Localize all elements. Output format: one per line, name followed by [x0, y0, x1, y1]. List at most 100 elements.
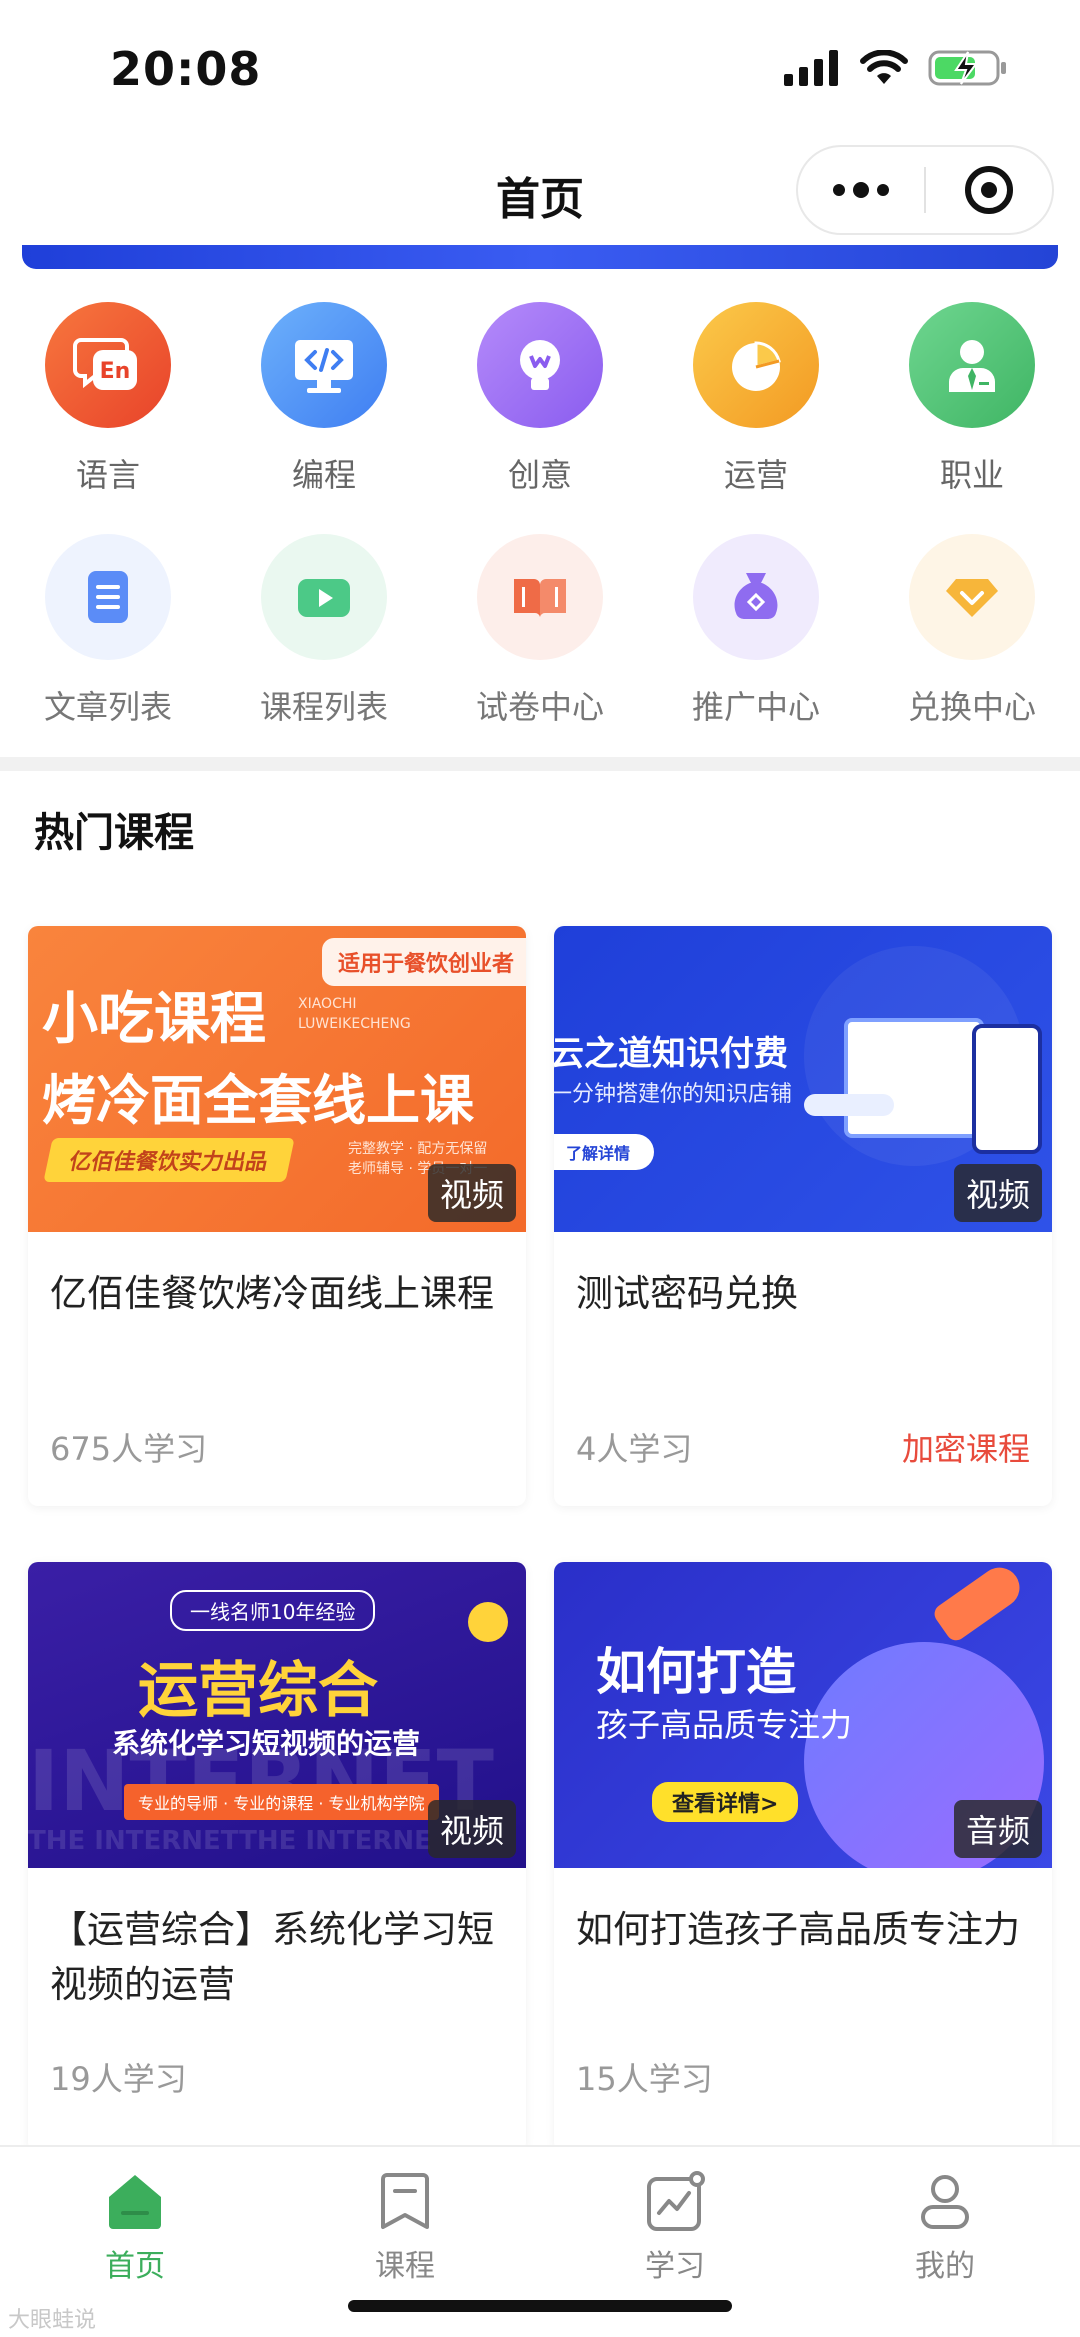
close-mini-program-button[interactable]	[926, 147, 1052, 233]
thumb-pinyin2: LUWEIKECHENG	[298, 1016, 411, 1032]
thumb-line1: 运营综合	[138, 1656, 378, 1726]
tab-label: 我的	[915, 2249, 975, 2284]
status-bar: 20:08	[0, 0, 1080, 135]
money-bag-icon	[693, 534, 819, 660]
person-icon	[909, 302, 1035, 428]
thumb-bg-word-2: THE INTERNETTHE INTERNE	[28, 1826, 432, 1856]
course-meta: 675人学习	[50, 1424, 504, 1470]
category-operations[interactable]: 运营	[648, 302, 864, 496]
play-icon	[261, 534, 387, 660]
course-thumbnail: 适用于餐饮创业者 小吃课程 XIAOCHI LUWEIKECHENG 烤冷面全套…	[28, 926, 526, 1232]
category-label: 课程列表	[259, 688, 388, 726]
nav-bar: 首页	[0, 135, 1080, 245]
wifi-icon	[860, 50, 908, 84]
category-promotion-center[interactable]: 推广中心	[648, 534, 864, 728]
thumb-button: 了解详情	[554, 1134, 655, 1170]
course-meta: 4人学习 加密课程	[576, 1424, 1030, 1470]
category-label: 编程	[291, 456, 356, 494]
thumb-line1: 如何打造	[596, 1643, 796, 1701]
signal-icon	[784, 50, 838, 86]
category-course-list[interactable]: 课程列表	[216, 534, 432, 728]
thumb-chat-bubble	[804, 1094, 894, 1116]
tab-home[interactable]: 首页	[0, 2147, 270, 2285]
category-label: 语言	[75, 456, 140, 494]
bookmark-icon	[381, 2173, 429, 2229]
category-exchange-center[interactable]: 兑换中心	[864, 534, 1080, 728]
tab-courses[interactable]: 课程	[270, 2147, 540, 2285]
thumb-screen-mock	[844, 1018, 984, 1138]
tab-label: 学习	[645, 2249, 705, 2284]
watermark: 大眼蛙说	[8, 2308, 97, 2333]
battery-charging-icon	[928, 50, 1006, 86]
thumb-phone-mock	[972, 1024, 1042, 1154]
thumb-line2: 系统化学习短视频的运营	[112, 1727, 421, 1760]
thumb-yellow-ball	[468, 1602, 508, 1642]
tab-label: 课程	[375, 2249, 435, 2284]
course-thumbnail: 云之道知识付费 一分钟搭建你的知识店铺 了解详情 视频	[554, 926, 1052, 1232]
course-title: 测试密码兑换	[576, 1272, 798, 1315]
category-programming[interactable]: 编程	[216, 302, 432, 496]
course-card[interactable]: 适用于餐饮创业者 小吃课程 XIAOCHI LUWEIKECHENG 烤冷面全套…	[28, 926, 526, 1506]
profile-icon	[921, 2175, 969, 2229]
thumb-line1: 小吃课程	[42, 987, 266, 1052]
category-label: 文章列表	[43, 688, 172, 726]
category-row-2: 文章列表 课程列表 试卷中心 推广中心 兑换中心	[0, 534, 1080, 728]
learner-count: 15人学习	[576, 2060, 713, 2098]
thumb-ribbon: 专业的导师 · 专业的课程 · 专业机构学院	[124, 1784, 439, 1820]
home-icon	[109, 2175, 161, 2229]
mini-program-capsule	[796, 145, 1054, 235]
banner-carousel[interactable]	[22, 245, 1058, 269]
category-language[interactable]: En 语言	[0, 302, 216, 496]
document-icon	[45, 534, 171, 660]
thumb-button: 查看详情>	[652, 1782, 799, 1822]
learner-count: 19人学习	[50, 2060, 187, 2098]
thumb-line1: 云之道知识付费	[554, 1034, 788, 1074]
learner-count: 675人学习	[50, 1430, 208, 1468]
status-icons	[784, 48, 1008, 88]
language-icon: En	[45, 302, 171, 428]
category-label: 创意	[507, 456, 572, 494]
tab-profile[interactable]: 我的	[810, 2147, 1080, 2285]
course-card[interactable]: INTERNET THE INTERNETTHE INTERNE 一线名师10年…	[28, 1562, 526, 2152]
media-type-badge: 视频	[427, 1164, 516, 1222]
category-exam-center[interactable]: 试卷中心	[432, 534, 648, 728]
more-button[interactable]	[798, 147, 924, 233]
thumb-badge: 适用于餐饮创业者	[321, 938, 526, 986]
svg-text:En: En	[100, 359, 131, 384]
thumb-rocket	[930, 1562, 1028, 1645]
section-divider	[0, 757, 1080, 771]
thumb-ribbon: 亿佰佳餐饮实力出品	[43, 1138, 295, 1182]
course-card[interactable]: 如何打造 孩子高品质专注力 查看详情> 音频 如何打造孩子高品质专注力 15人学…	[554, 1562, 1052, 2152]
target-icon	[965, 166, 1013, 214]
category-career[interactable]: 职业	[864, 302, 1080, 496]
learner-count: 4人学习	[576, 1430, 693, 1468]
thumb-note1: 完整教学 · 配方无保留	[348, 1141, 488, 1157]
home-indicator[interactable]	[348, 2300, 732, 2312]
thumb-pinyin1: XIAOCHI	[298, 996, 357, 1012]
bulb-icon	[477, 302, 603, 428]
category-label: 兑换中心	[907, 688, 1036, 726]
media-type-badge: 视频	[953, 1164, 1042, 1222]
code-icon	[261, 302, 387, 428]
thumb-line2: 烤冷面全套线上课	[42, 1069, 474, 1132]
book-icon	[477, 534, 603, 660]
tab-study[interactable]: 学习	[540, 2147, 810, 2285]
gem-icon	[909, 534, 1035, 660]
category-label: 运营	[723, 456, 788, 494]
more-dots-icon	[833, 182, 889, 198]
course-thumbnail: 如何打造 孩子高品质专注力 查看详情> 音频	[554, 1562, 1052, 1868]
category-article-list[interactable]: 文章列表	[0, 534, 216, 728]
category-label: 推广中心	[691, 688, 820, 726]
media-type-badge: 视频	[427, 1800, 516, 1858]
status-time: 20:08	[110, 42, 262, 96]
media-type-badge: 音频	[953, 1800, 1042, 1858]
category-label: 试卷中心	[475, 688, 604, 726]
course-meta: 19人学习	[50, 2054, 504, 2100]
course-title: 【运营综合】系统化学习短视频的运营	[50, 1908, 494, 2006]
pie-chart-icon	[693, 302, 819, 428]
course-thumbnail: INTERNET THE INTERNETTHE INTERNE 一线名师10年…	[28, 1562, 526, 1868]
hot-courses-title: 热门课程	[34, 810, 194, 856]
category-creative[interactable]: 创意	[432, 302, 648, 496]
course-card[interactable]: 云之道知识付费 一分钟搭建你的知识店铺 了解详情 视频 测试密码兑换 4人学习 …	[554, 926, 1052, 1506]
course-meta: 15人学习	[576, 2054, 1030, 2100]
